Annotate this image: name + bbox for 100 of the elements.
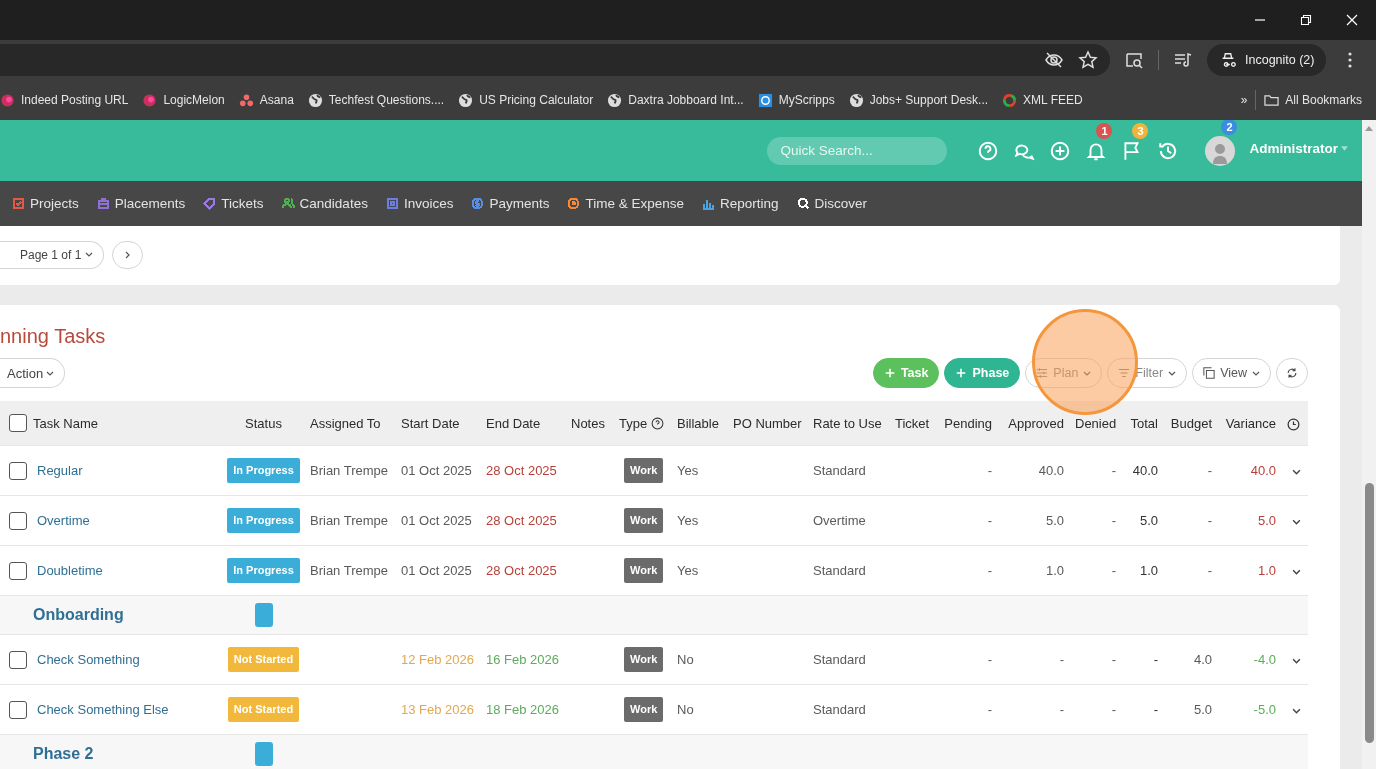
nav-tab[interactable]: Invoices (377, 196, 462, 211)
row-checkbox[interactable] (9, 511, 27, 530)
bookmark-link[interactable]: MyScripps (751, 88, 841, 112)
chevron-down-icon[interactable] (1291, 469, 1301, 475)
row-checkbox[interactable] (9, 700, 27, 719)
column-header: Task Name (33, 415, 99, 431)
chevron-right-icon (125, 250, 131, 259)
bookmark-link[interactable]: LogicMelon (136, 88, 231, 112)
task-link[interactable]: Doubletime (33, 563, 103, 578)
number-text: 1.0 (1045, 563, 1064, 578)
column-header: End Date (486, 415, 541, 431)
refresh-button[interactable] (1276, 358, 1308, 388)
notification-badge: 1 (1096, 122, 1113, 139)
eye-off-icon[interactable] (1044, 50, 1064, 70)
row-checkbox[interactable] (9, 461, 27, 480)
task-link[interactable]: Check Something (33, 652, 140, 667)
tab-search-icon[interactable] (1124, 50, 1144, 70)
end-date-text: 16 Feb 2026 (486, 652, 559, 667)
bookmark-link[interactable]: Jobs+ Support Desk... (842, 88, 995, 112)
menu-button[interactable]: View (1192, 358, 1271, 388)
bookmark-link[interactable]: Daxtra Jobboard Int... (601, 88, 750, 112)
star-icon[interactable] (1078, 50, 1098, 70)
number-text: 5.0 (1139, 513, 1158, 528)
status-badge: In Progress (227, 558, 300, 583)
fruit-icon (0, 92, 15, 108)
bookmark-link[interactable]: Indeed Posting URL (0, 88, 135, 112)
type-badge: Work (624, 458, 664, 483)
column-header: Pending (944, 415, 992, 431)
action-menu-button[interactable]: Action (0, 358, 66, 388)
scrollbar-thumb[interactable] (1364, 483, 1374, 743)
chevron-down-icon (1083, 370, 1092, 376)
bookmark-link[interactable]: US Pricing Calculator (452, 88, 600, 112)
close-icon[interactable] (1346, 14, 1358, 26)
nav-tab[interactable]: Placements (88, 196, 194, 211)
flag-badge: 3 (1132, 122, 1149, 139)
maximize-icon[interactable] (1300, 14, 1312, 26)
dots-icon (238, 92, 254, 108)
globe-icon (307, 92, 323, 108)
chevron-down-icon[interactable] (1291, 708, 1301, 714)
card-title: nning Tasks (0, 324, 107, 349)
clock-icon[interactable] (1287, 417, 1300, 431)
page-select-button[interactable]: Page 1 of 1 (0, 240, 105, 269)
chevron-down-icon[interactable] (1291, 658, 1301, 664)
scrollbar[interactable] (1362, 120, 1376, 769)
column-header: Total (1130, 415, 1158, 431)
task-link[interactable]: Regular (33, 463, 83, 478)
column-header: PO Number (733, 415, 802, 431)
number-text: 4.0 (1193, 652, 1212, 667)
select-all-checkbox[interactable] (9, 414, 27, 432)
rate-text: Standard (813, 702, 866, 717)
nav-tab[interactable]: Discover (788, 196, 876, 211)
number-text: - (1153, 702, 1158, 717)
column-header: Notes (571, 415, 605, 431)
number-text: 40.0 (1038, 463, 1064, 478)
number-text: 1.0 (1139, 563, 1158, 578)
end-date-text: 18 Feb 2026 (486, 702, 559, 717)
fruit-icon (142, 92, 158, 108)
row-checkbox[interactable] (9, 561, 27, 580)
chevron-down-icon[interactable] (1291, 569, 1301, 575)
nav-tab[interactable]: Tickets (195, 196, 272, 211)
billable-text: No (677, 652, 694, 667)
filter-icon (1118, 367, 1131, 379)
column-header: Ticket (895, 415, 930, 431)
number-text: - (1111, 463, 1116, 478)
nav-tab[interactable]: Projects (4, 196, 87, 211)
chevron-down-icon (1168, 370, 1177, 376)
row-checkbox[interactable] (9, 650, 27, 669)
all-bookmarks-button[interactable]: All Bookmarks (1258, 88, 1368, 112)
bookmark-link[interactable]: Techfest Questions.... (301, 88, 451, 112)
number-text: - (1207, 513, 1212, 528)
number-text: - (1111, 513, 1116, 528)
nav-tab[interactable]: Reporting (694, 196, 787, 211)
sliders-icon (1036, 367, 1049, 379)
help-icon[interactable] (651, 416, 665, 430)
bookmarks-overflow-button[interactable]: » (1234, 89, 1254, 111)
column-header: Billable (677, 415, 719, 431)
rate-text: Standard (813, 563, 866, 578)
avatar-badge: 2 (1221, 120, 1238, 135)
number-text: - (987, 463, 992, 478)
variance-text: 5.0 (1257, 513, 1276, 528)
billable-text: Yes (677, 513, 699, 528)
nav-tab[interactable]: Time & Expense (559, 196, 692, 211)
incognito-button[interactable]: Incognito (2) (1207, 44, 1327, 76)
column-header: Status (245, 415, 282, 431)
column-header: Type (619, 415, 648, 431)
chevron-down-icon[interactable] (1291, 519, 1301, 525)
task-link[interactable]: Overtime (33, 513, 90, 528)
media-icon[interactable] (1173, 50, 1193, 70)
nav-tab[interactable]: Payments (463, 196, 558, 211)
caret-icon (1341, 146, 1348, 151)
type-badge: Work (624, 558, 664, 583)
bookmark-link[interactable]: XML FEED (996, 88, 1089, 112)
variance-text: -4.0 (1253, 652, 1276, 667)
status-badge: In Progress (227, 458, 300, 483)
task-link[interactable]: Check Something Else (33, 702, 169, 717)
bookmark-link[interactable]: Asana (232, 88, 300, 112)
phase-name[interactable]: Phase 2 (33, 745, 94, 762)
plus-icon (955, 367, 968, 379)
start-date-text: 01 Oct 2025 (401, 513, 472, 528)
nav-tab[interactable]: Candidates (273, 196, 376, 211)
